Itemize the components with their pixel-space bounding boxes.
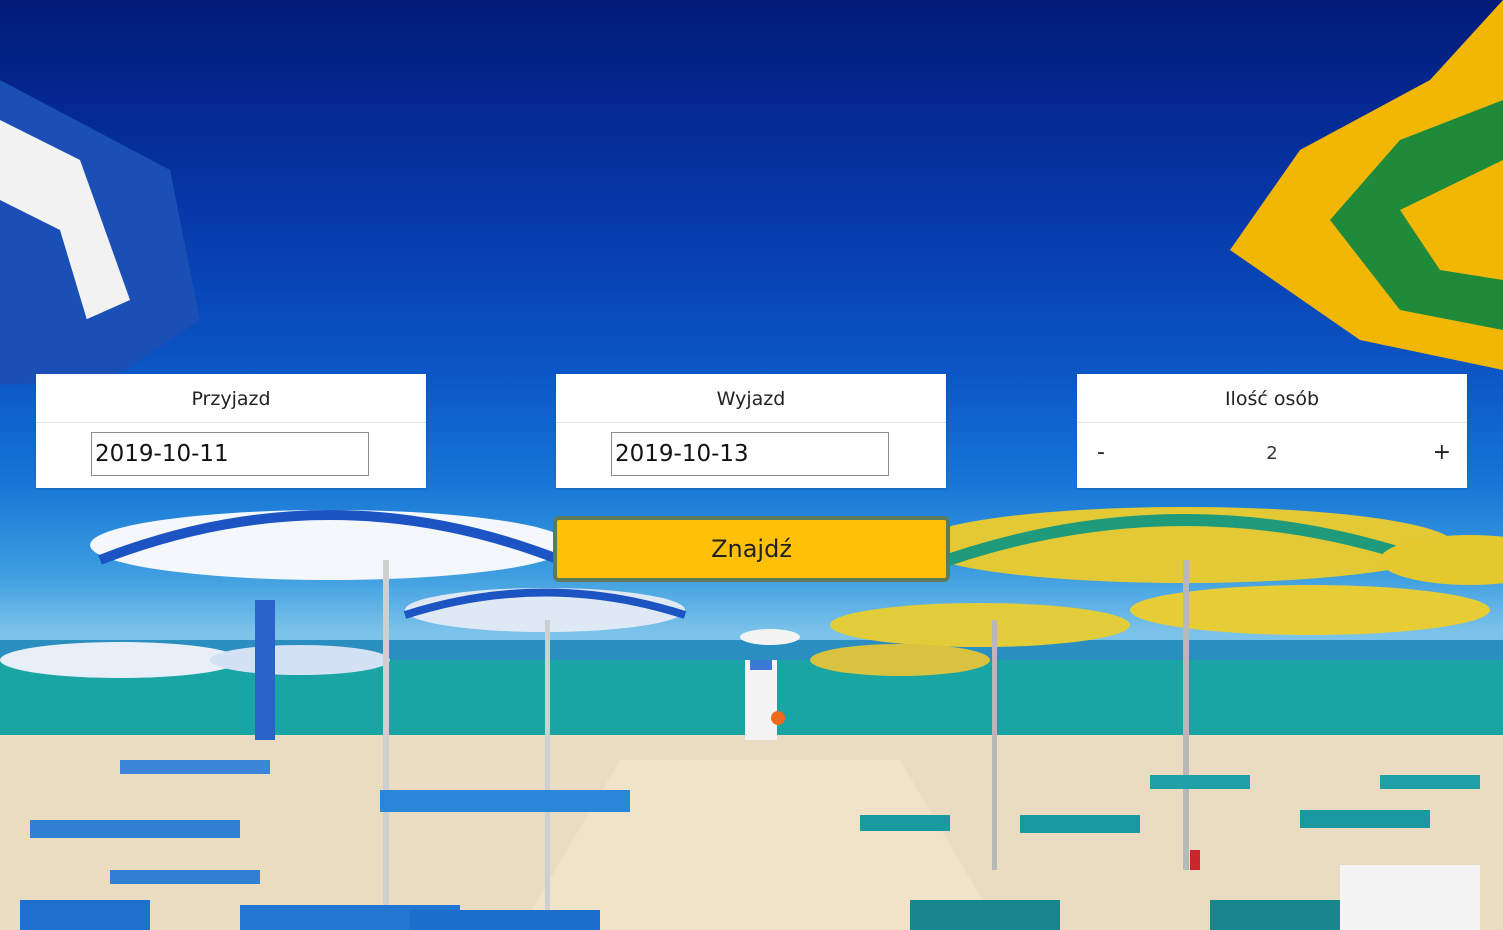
guests-decrement-button[interactable]: - (1097, 441, 1105, 465)
departure-body (556, 423, 946, 488)
page-background: Przyjazd Wyjazd Ilość osób 2 - + Znajdź (0, 0, 1503, 930)
departure-label: Wyjazd (556, 374, 946, 423)
departure-card: Wyjazd (556, 374, 946, 488)
arrival-body (36, 423, 426, 488)
guests-stepper: 2 - + (1077, 423, 1467, 488)
departure-date-input[interactable] (611, 432, 889, 476)
arrival-card: Przyjazd (36, 374, 426, 488)
guests-card: Ilość osób 2 - + (1077, 374, 1467, 488)
arrival-label: Przyjazd (36, 374, 426, 423)
arrival-date-input[interactable] (91, 432, 369, 476)
guests-count: 2 (1266, 443, 1278, 464)
search-button[interactable]: Znajdź (553, 516, 950, 582)
guests-increment-button[interactable]: + (1433, 441, 1451, 465)
guests-label: Ilość osób (1077, 374, 1467, 423)
